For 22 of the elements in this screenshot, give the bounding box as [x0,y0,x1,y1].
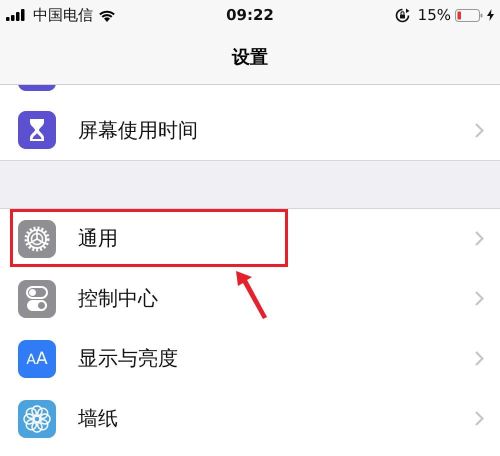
annotation-arrow [234,269,270,321]
chevron-icon [475,291,484,306]
clock-time: 09:22 [226,6,274,24]
chevron-icon [475,411,484,426]
chevron-icon [475,122,484,138]
chevron-icon [475,351,484,366]
page-title: 设置 [232,46,268,69]
settings-item[interactable]: 墙纸 [78,405,475,432]
chevron-icon [475,231,484,246]
hourglass-icon [18,111,56,149]
carrier-name: 中国电信 [33,6,93,24]
app-icon [18,85,56,91]
settings-item[interactable]: 控制中心 [78,285,475,312]
text-size-icon: AA [18,340,56,378]
toggles-icon [18,280,56,318]
gear-icon [18,220,56,258]
battery-icon [455,8,483,22]
battery-percent: 15% [418,6,451,24]
wifi-icon [98,8,116,22]
settings-item[interactable]: 显示与亮度 [78,345,475,372]
settings-item[interactable]: 通用 [78,225,475,252]
flower-icon [18,400,56,438]
